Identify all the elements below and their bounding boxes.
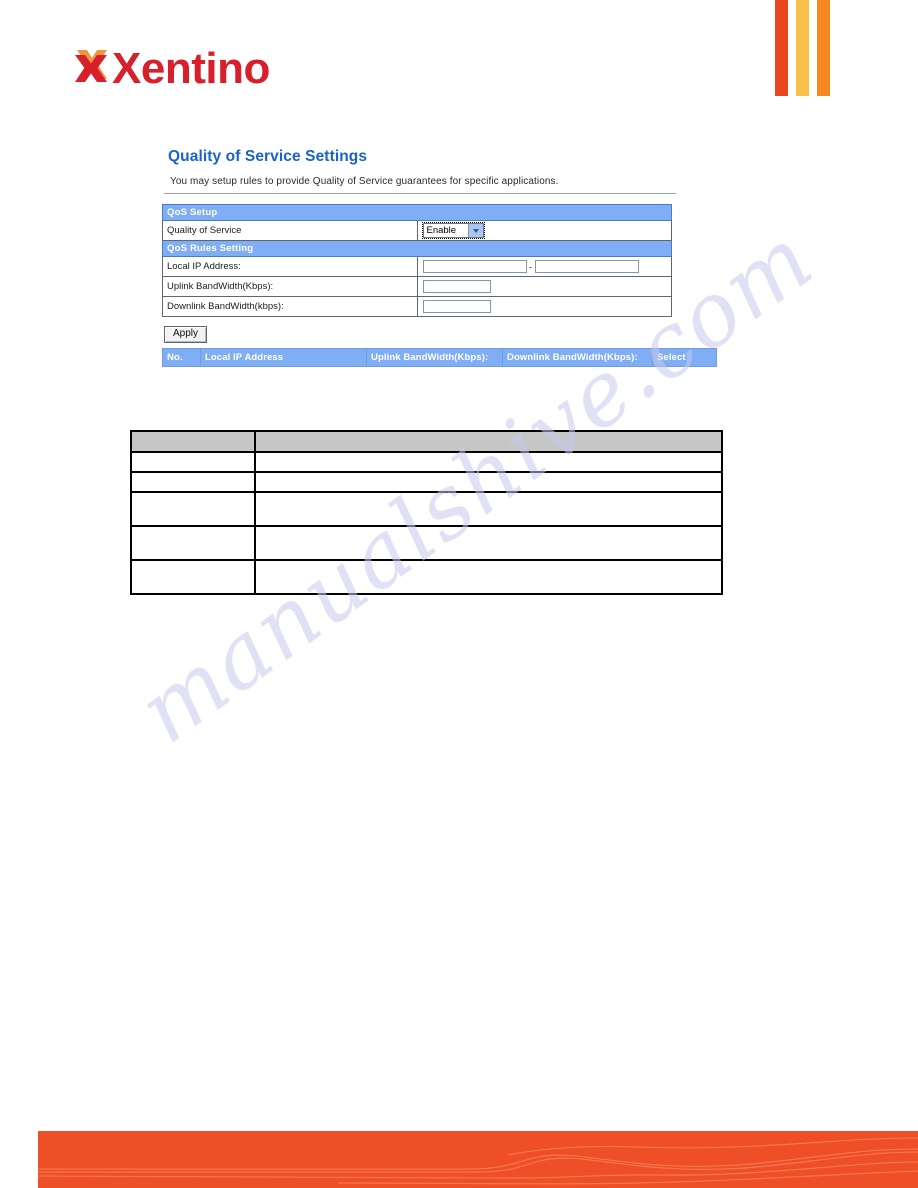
row-quality-of-service: Quality of Service Enable [162,220,672,241]
table-row [130,430,723,453]
row-local-ip-address: Local IP Address: - [162,256,672,277]
brand-bar-red [775,0,788,96]
brand-wordmark: Xentino [112,44,270,93]
label-uplink-bandwidth: Uplink BandWidth(Kbps): [162,276,418,297]
table-row [130,525,723,561]
table-cell [254,559,723,595]
doc-blank-table [130,430,723,595]
table-cell [254,491,723,527]
section-header-qos-setup: QoS Setup [162,204,672,221]
row-uplink-bandwidth: Uplink BandWidth(Kbps): [162,276,672,297]
table-cell [130,451,256,473]
x-logo-icon [70,46,114,90]
column-header-local-ip-address: Local IP Address [200,348,367,367]
field-uplink-bandwidth [416,276,672,297]
downlink-bandwidth-input[interactable] [422,300,491,313]
apply-button-container: Apply [164,323,682,343]
page-footer-band [38,1131,918,1188]
column-header-select: Select [652,348,717,367]
field-local-ip-address: - [416,256,672,277]
table-cell [130,525,256,561]
qos-rules-results-table: No. Local IP Address Uplink BandWidth(Kb… [162,348,717,367]
table-cell [254,430,723,453]
table-cell [130,430,256,453]
table-row [130,471,723,493]
apply-button[interactable]: Apply [164,326,208,343]
page-description: You may setup rules to provide Quality o… [170,176,559,187]
page-title: Quality of Service Settings [168,148,368,165]
table-row [130,451,723,473]
section-header-qos-rules-label: QoS Rules Setting [162,240,672,257]
results-header-row: No. Local IP Address Uplink BandWidth(Kb… [162,348,717,367]
chevron-down-icon[interactable] [467,224,483,237]
column-header-downlink-bandwidth: Downlink BandWidth(Kbps): [502,348,653,367]
brand-bar-yellow [796,0,809,96]
section-header-qos-setup-label: QoS Setup [162,204,672,221]
table-cell [130,471,256,493]
label-quality-of-service: Quality of Service [162,220,418,241]
router-ui-screenshot: Quality of Service Settings You may setu… [162,148,717,367]
ip-range-separator: - [529,261,532,272]
table-cell [254,451,723,473]
table-cell [254,525,723,561]
quality-of-service-select[interactable]: Enable [421,222,485,239]
field-downlink-bandwidth [416,296,672,317]
label-downlink-bandwidth: Downlink BandWidth(kbps): [162,296,418,317]
row-downlink-bandwidth: Downlink BandWidth(kbps): [162,296,672,317]
field-quality-of-service: Enable [416,220,672,241]
footer-wave-decoration [38,1137,918,1185]
table-cell [130,491,256,527]
local-ip-start-input[interactable] [422,260,527,273]
brand-bar-orange [817,0,830,96]
local-ip-end-input[interactable] [534,260,639,273]
uplink-bandwidth-input[interactable] [422,280,491,293]
page-canvas: Xentino manualshive.com Quality of Servi… [0,0,918,1188]
brand-bars [775,0,835,96]
column-header-no: No. [162,348,201,367]
table-row [130,559,723,595]
table-cell [130,559,256,595]
table-row [130,491,723,527]
brand-logo: Xentino [70,42,270,94]
table-cell [254,471,723,493]
label-local-ip-address: Local IP Address: [162,256,418,277]
quality-of-service-select-value: Enable [426,225,457,236]
section-header-qos-rules: QoS Rules Setting [162,240,672,257]
column-header-uplink-bandwidth: Uplink BandWidth(Kbps): [366,348,503,367]
qos-settings-form: QoS Setup Quality of Service Enable QoS … [162,204,672,317]
title-divider [164,193,676,194]
